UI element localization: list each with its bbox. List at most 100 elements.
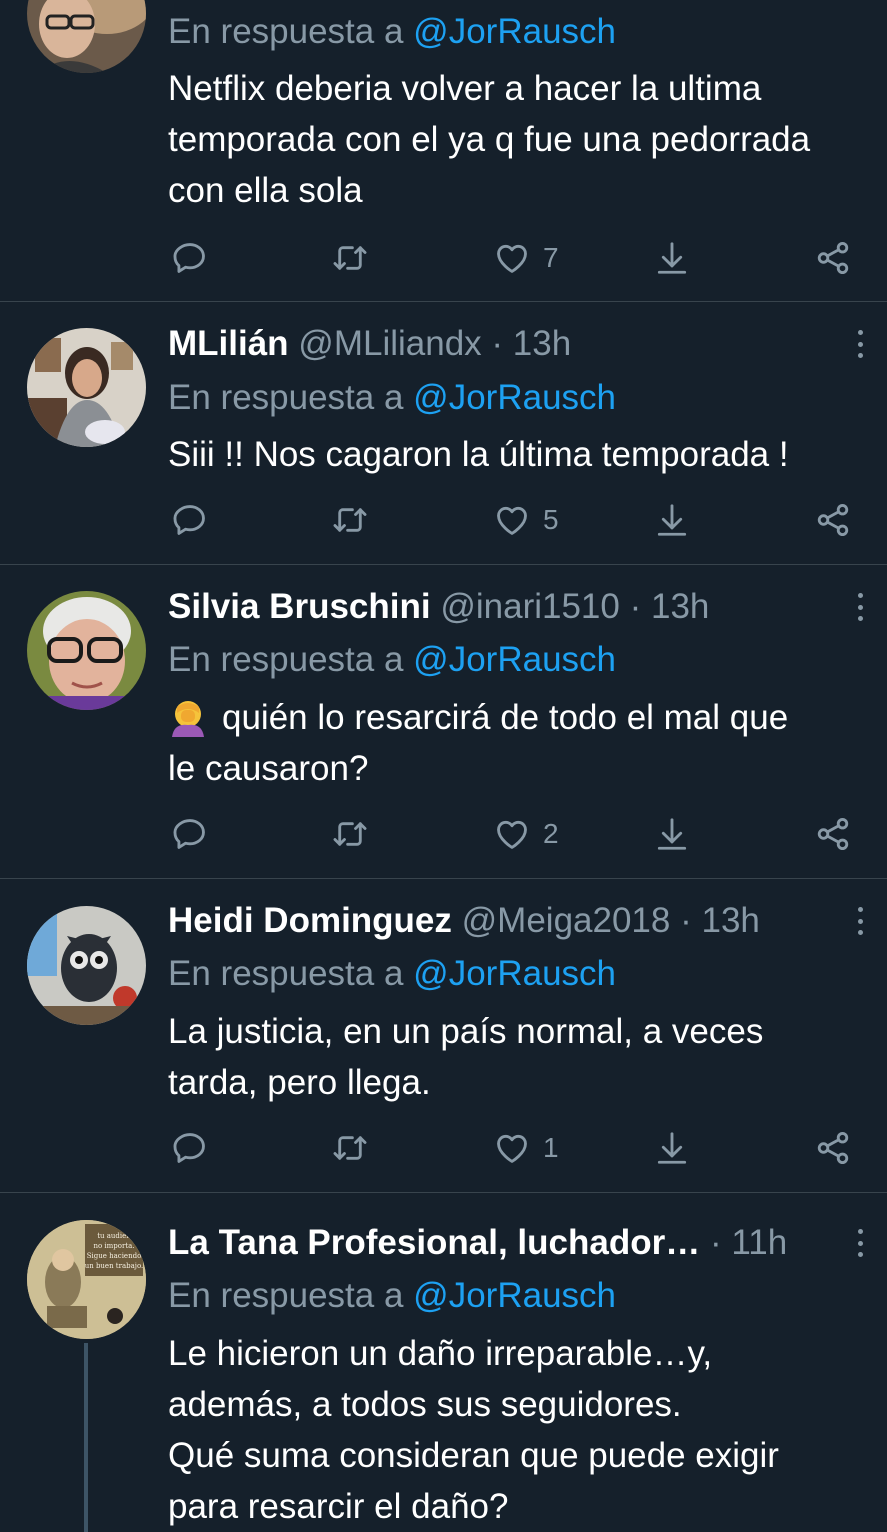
reply-icon — [173, 819, 205, 849]
tweet-4[interactable]: tu audien no importa. Sigue haciendo un … — [0, 1193, 887, 1532]
tweet-actions: 5 — [168, 500, 858, 540]
tweet-header: Silvia Bruschini @inari1510 · 13h — [168, 585, 827, 629]
reply-mention-link[interactable]: @JorRausch — [413, 640, 616, 679]
like-button[interactable]: 7 — [493, 238, 559, 278]
timestamp[interactable]: 13h — [701, 901, 759, 940]
more-button[interactable] — [851, 1225, 869, 1261]
separator-dot: · — [709, 1223, 722, 1262]
timestamp[interactable]: 11h — [731, 1223, 787, 1262]
facepalm-emoji-icon — [168, 697, 208, 737]
reply-button[interactable] — [171, 500, 209, 540]
reply-icon — [173, 1133, 205, 1163]
download-icon — [657, 242, 687, 274]
tweet-actions: 7 — [168, 238, 858, 278]
user-handle[interactable]: @inari1510 — [440, 587, 620, 626]
more-button[interactable] — [851, 326, 869, 362]
tweet-header: Heidi Dominguez @Meiga2018 · 13h — [168, 899, 827, 943]
download-button[interactable] — [653, 1128, 691, 1168]
reply-label: En respuesta a — [168, 1276, 404, 1315]
reply-icon — [173, 505, 205, 535]
reply-context: En respuesta a @JorRausch — [168, 10, 616, 54]
display-name[interactable]: Silvia Bruschini — [168, 587, 431, 626]
reply-icon — [173, 243, 205, 273]
share-button[interactable] — [814, 500, 852, 540]
reply-button[interactable] — [171, 814, 209, 854]
reply-label: En respuesta a — [168, 954, 404, 993]
user-handle[interactable]: @MLiliandx — [298, 324, 481, 363]
download-button[interactable] — [653, 814, 691, 854]
svg-text:un buen trabajo.: un buen trabajo. — [85, 1262, 144, 1270]
reply-mention-link[interactable]: @JorRausch — [413, 12, 616, 51]
retweet-icon — [333, 246, 367, 270]
separator-dot: · — [680, 901, 692, 940]
retweet-button[interactable] — [330, 500, 370, 540]
display-name[interactable]: La Tana Profesional, luchador… — [168, 1223, 700, 1262]
tweet-header: La Tana Profesional, luchador… · 11h — [168, 1221, 827, 1265]
like-count: 2 — [543, 818, 559, 849]
reply-button[interactable] — [171, 1128, 209, 1168]
tweet-text: La justicia, en un país normal, a veces … — [168, 1012, 764, 1102]
reply-context: En respuesta a @JorRausch — [168, 952, 616, 996]
reply-context: En respuesta a @JorRausch — [168, 376, 616, 420]
retweet-button[interactable] — [330, 1128, 370, 1168]
share-icon — [817, 818, 849, 850]
tweet-3[interactable]: Heidi Dominguez @Meiga2018 · 13h En resp… — [0, 879, 887, 1193]
tweet-1[interactable]: MLilián @MLiliandx · 13h En respuesta a … — [0, 302, 887, 565]
retweet-button[interactable] — [330, 814, 370, 854]
tweet-actions: 1 — [168, 1128, 858, 1168]
svg-text:no importa.: no importa. — [93, 1242, 134, 1250]
retweet-button[interactable] — [330, 238, 370, 278]
tweet-text: Netflix deberia volver a hacer la ultima… — [168, 69, 811, 210]
reply-label: En respuesta a — [168, 640, 404, 679]
reply-button[interactable] — [171, 238, 209, 278]
separator-dot: · — [491, 324, 504, 363]
like-count: 1 — [543, 1132, 559, 1163]
more-button[interactable] — [851, 589, 869, 625]
like-icon — [497, 506, 527, 535]
like-button[interactable]: 5 — [493, 500, 559, 540]
share-button[interactable] — [814, 1128, 852, 1168]
reply-label: En respuesta a — [168, 378, 404, 417]
avatar[interactable] — [27, 591, 146, 710]
display-name[interactable]: MLilián — [168, 324, 289, 363]
avatar[interactable] — [27, 0, 146, 73]
reply-mention-link[interactable]: @JorRausch — [413, 378, 616, 417]
share-button[interactable] — [814, 814, 852, 854]
display-name[interactable]: Heidi Dominguez — [168, 901, 452, 940]
download-icon — [657, 818, 687, 850]
like-icon — [497, 820, 527, 849]
tweet-2[interactable]: Silvia Bruschini @inari1510 · 13h En res… — [0, 565, 887, 879]
tweet-text: Siii !! Nos cagaron la última temporada … — [168, 435, 789, 474]
tweet-text-content: quién lo resarcirá de todo el mal que le… — [168, 698, 789, 788]
timestamp[interactable]: 13h — [513, 324, 571, 363]
like-icon — [497, 1134, 527, 1163]
download-button[interactable] — [653, 500, 691, 540]
svg-text:Sigue haciendo: Sigue haciendo — [87, 1252, 142, 1260]
tweet-actions: 2 — [168, 814, 858, 854]
download-icon — [657, 504, 687, 536]
retweet-icon — [333, 822, 367, 846]
like-icon — [497, 244, 527, 273]
more-button[interactable] — [851, 903, 869, 939]
avatar[interactable] — [27, 906, 146, 1025]
download-button[interactable] — [653, 238, 691, 278]
share-icon — [817, 242, 849, 274]
reply-mention-link[interactable]: @JorRausch — [413, 1276, 616, 1315]
like-button[interactable]: 1 — [493, 1128, 559, 1168]
tweet-text: quién lo resarcirá de todo el mal que le… — [168, 692, 878, 794]
share-button[interactable] — [814, 238, 852, 278]
share-icon — [817, 1132, 849, 1164]
reply-mention-link[interactable]: @JorRausch — [413, 954, 616, 993]
tweet-header: MLilián @MLiliandx · 13h — [168, 322, 827, 366]
avatar[interactable] — [27, 328, 146, 447]
tweet-0[interactable]: En respuesta a @JorRausch Netflix deberi… — [0, 0, 887, 302]
retweet-icon — [333, 1136, 367, 1160]
user-handle[interactable]: @Meiga2018 — [462, 901, 671, 940]
avatar[interactable]: tu audien no importa. Sigue haciendo un … — [27, 1220, 146, 1339]
timestamp[interactable]: 13h — [651, 587, 709, 626]
like-button[interactable]: 2 — [493, 814, 559, 854]
tweet-text: Le hicieron un daño irreparable…y, ademá… — [168, 1334, 779, 1526]
retweet-icon — [333, 508, 367, 532]
share-icon — [817, 504, 849, 536]
reply-context: En respuesta a @JorRausch — [168, 638, 616, 682]
